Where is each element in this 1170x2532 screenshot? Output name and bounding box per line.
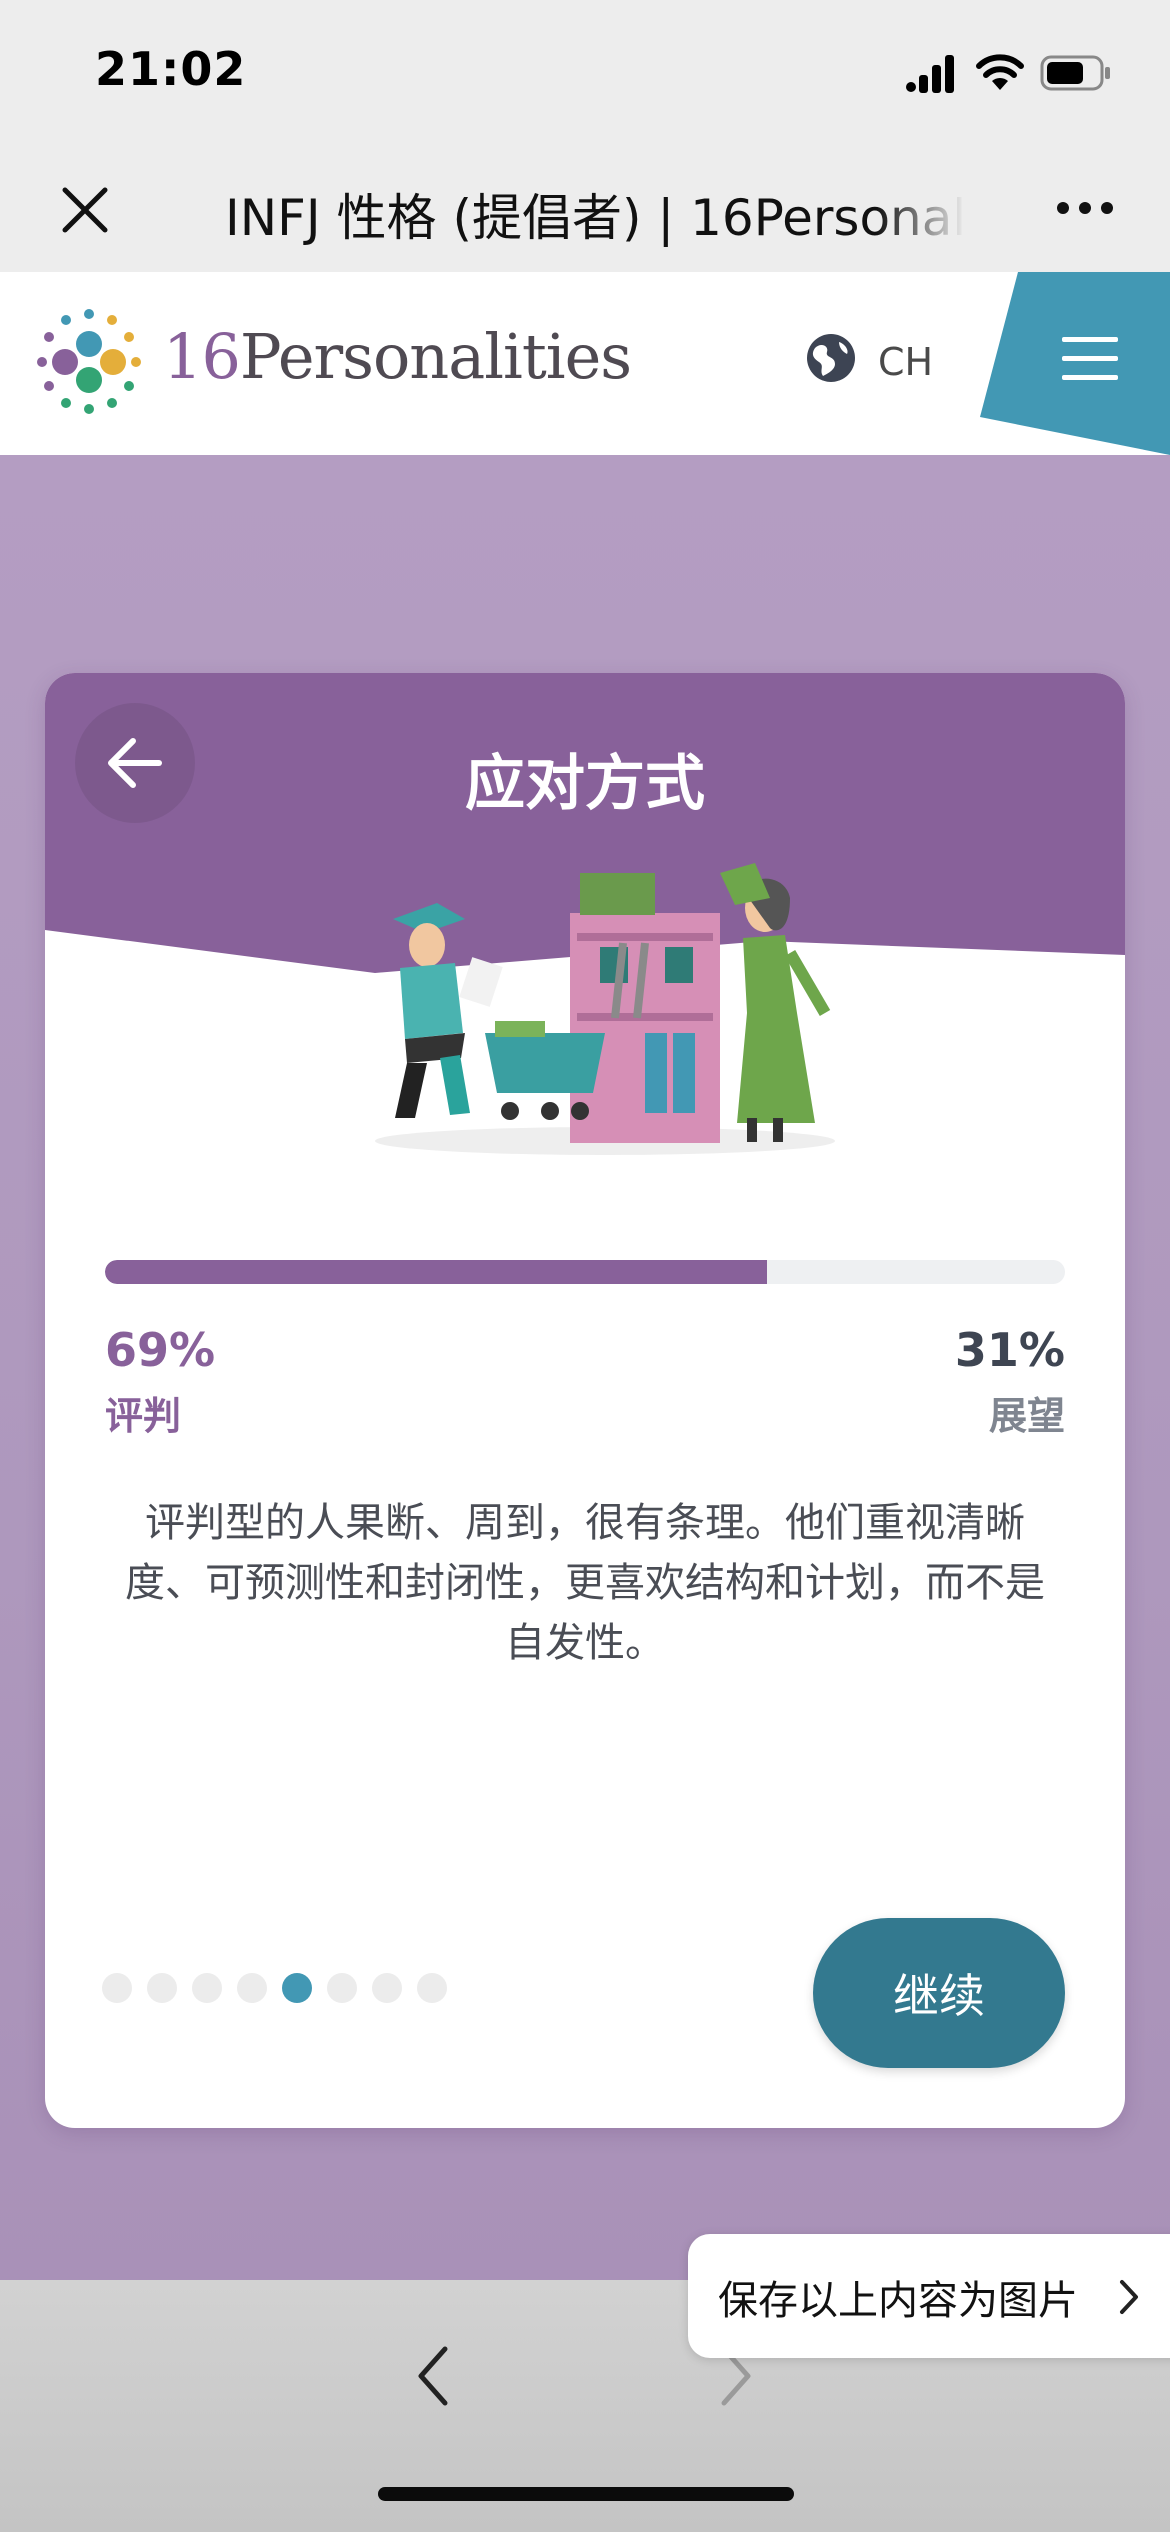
pagination-dot[interactable]: [147, 1973, 177, 2003]
cellular-signal-icon: [906, 55, 954, 93]
language-label[interactable]: CH: [878, 340, 933, 384]
continue-button[interactable]: 继续: [813, 1918, 1065, 2068]
pagination-dots: [102, 1973, 447, 2007]
pagination-dot[interactable]: [327, 1973, 357, 2003]
page-title: INFJ 性格 (提倡者) | 16Personalities: [225, 189, 965, 247]
card-title: 应对方式: [465, 749, 705, 819]
wifi-icon: [976, 54, 1024, 90]
progress-bar: [105, 1260, 1065, 1284]
brand-name[interactable]: 16Personalities: [163, 320, 632, 393]
site-header: 16Personalities CH: [0, 272, 1170, 455]
trait-description: 评判型的人果断、周到，很有条理。他们重视清晰度、可预测性和封闭性，更喜欢结构和计…: [125, 1500, 1045, 1666]
status-time: 21:02: [95, 42, 247, 96]
close-icon[interactable]: [60, 185, 110, 235]
hamburger-menu-icon[interactable]: [1062, 335, 1118, 383]
brand-word: Personalities: [239, 320, 632, 393]
trait-card: 应对方式 69% 评判 31% 展望 评判型的人果断、周到，很有条理。他们重视清…: [45, 673, 1125, 2128]
pagination-dot[interactable]: [372, 1973, 402, 2003]
browser-title-bar: INFJ 性格 (提倡者) | 16Personalities: [0, 150, 1170, 272]
right-trait-label: 展望: [988, 1394, 1065, 1438]
home-indicator: [378, 2487, 794, 2501]
pagination-dot[interactable]: [282, 1973, 312, 2003]
chevron-left-icon[interactable]: [415, 2345, 451, 2407]
more-dots-icon[interactable]: [1055, 200, 1115, 216]
save-as-image-popup[interactable]: 保存以上内容为图片: [688, 2234, 1170, 2358]
battery-icon: [1040, 55, 1110, 91]
globe-icon[interactable]: [805, 332, 857, 384]
right-trait-percent: 31%: [954, 1323, 1065, 1377]
brand-logo-icon[interactable]: [32, 304, 147, 419]
progress-fill: [105, 1260, 768, 1284]
status-bar: 21:02: [0, 0, 1170, 150]
left-trait-percent: 69%: [105, 1323, 216, 1377]
pagination-dot[interactable]: [417, 1973, 447, 2003]
pagination-dot[interactable]: [102, 1973, 132, 2003]
left-trait-label: 评判: [105, 1394, 182, 1438]
save-as-image-label: 保存以上内容为图片: [718, 2278, 1078, 2324]
pagination-dot[interactable]: [192, 1973, 222, 2003]
chevron-right-icon: [1120, 2280, 1138, 2314]
pagination-dot[interactable]: [237, 1973, 267, 2003]
brand-number: 16: [163, 320, 241, 393]
shopping-illustration: [375, 863, 835, 1155]
